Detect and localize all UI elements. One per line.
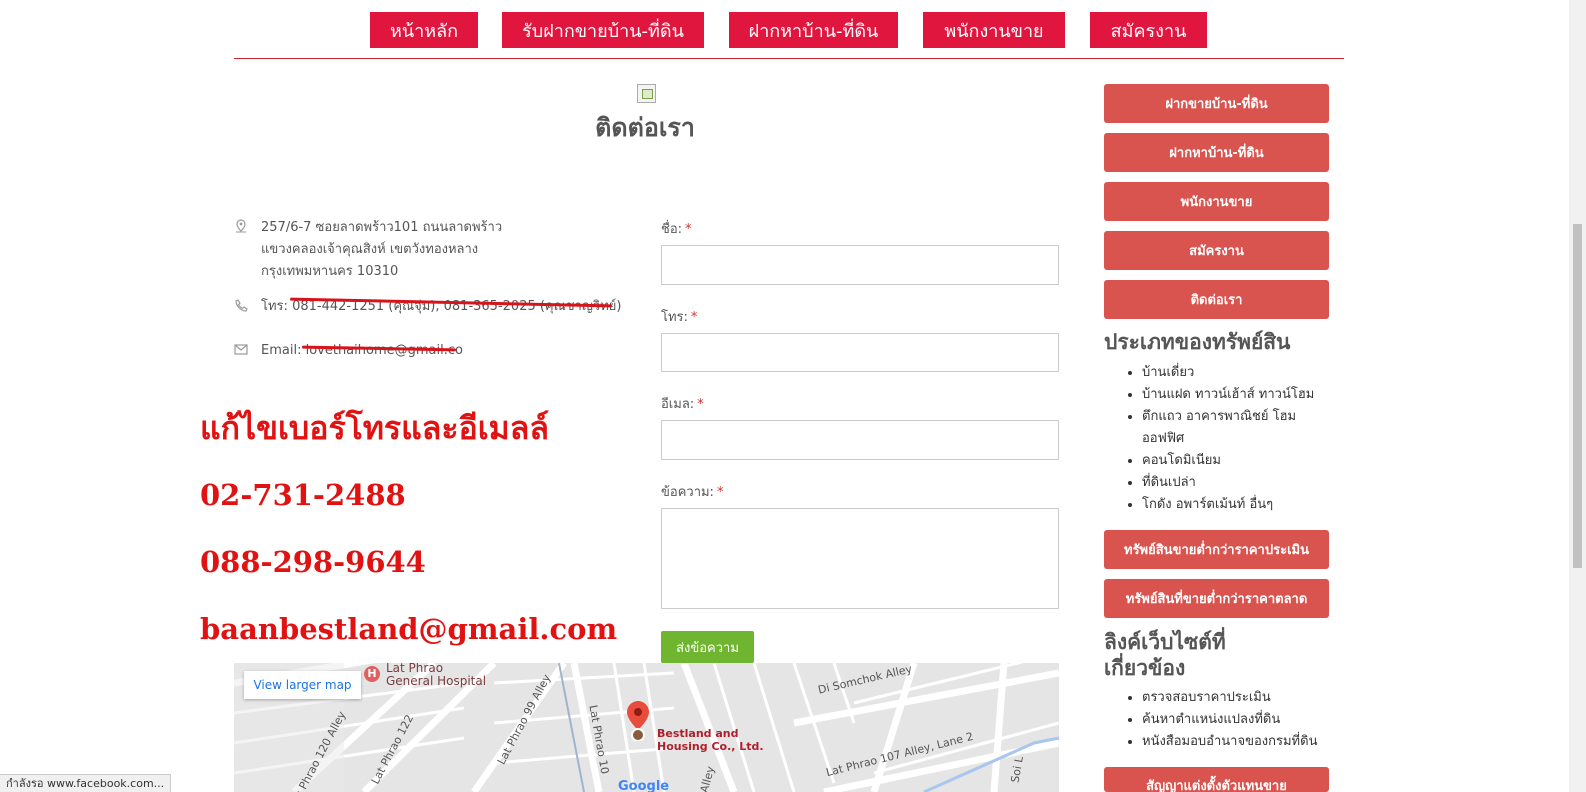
side-contact-button[interactable]: ติดต่อเรา	[1104, 280, 1329, 319]
nav-divider	[234, 58, 1344, 59]
submit-button[interactable]: ส่งข้อความ	[661, 631, 754, 663]
required-mark: *	[716, 485, 724, 500]
nav-consign-sell[interactable]: รับฝากขายบ้าน-ที่ดิน	[502, 12, 704, 48]
email-field[interactable]	[661, 420, 1059, 460]
page-title: ติดต่อเรา	[595, 113, 695, 142]
required-mark: *	[690, 310, 698, 325]
side-find-property-button[interactable]: ฝากหาบ้าน-ที่ดิน	[1104, 133, 1329, 172]
list-item[interactable]: บ้านเดี่ยว	[1142, 362, 1314, 384]
email-field-label: อีเมล: *	[661, 397, 704, 412]
correction-email: baanbestland@gmail.com	[200, 612, 618, 646]
side-consign-sell-button[interactable]: ฝากขายบ้าน-ที่ดิน	[1104, 84, 1329, 123]
google-map[interactable]: View larger map H Lat Phrao General Hosp…	[234, 663, 1059, 792]
name-label: ชื่อ: *	[661, 222, 692, 237]
mail-icon	[233, 341, 249, 357]
list-item[interactable]: ที่ดินเปล่า	[1142, 472, 1314, 494]
below-market-button[interactable]: ทรัพย์สินที่ขายต่ำกว่าราคาตลาด	[1104, 579, 1329, 618]
related-links-heading-2: เกี่ยวข้อง	[1104, 656, 1186, 680]
page: หน้าหลัก รับฝากขายบ้าน-ที่ดิน ฝากหาบ้าน-…	[0, 0, 1586, 792]
side-apply-job-button[interactable]: สมัครงาน	[1104, 231, 1329, 270]
view-larger-map-link[interactable]: View larger map	[244, 671, 361, 699]
list-item[interactable]: ค้นหาตำแหน่งแปลงที่ดิน	[1142, 709, 1317, 731]
phone-icon	[233, 298, 249, 314]
list-item[interactable]: โกดัง อพาร์ตเม้นท์ อื่นๆ	[1142, 494, 1314, 516]
email-label: Email:	[261, 343, 302, 358]
side-sales-staff-button[interactable]: พนักงานขาย	[1104, 182, 1329, 221]
map-label-company: Bestland and Housing Co., Ltd.	[657, 727, 764, 753]
list-item[interactable]: ออฟฟิศ	[1142, 428, 1314, 450]
map-pin-icon[interactable]	[627, 701, 649, 741]
phone-field-label: โทร: *	[661, 310, 698, 325]
email-info: Email: lovethaihome@gmail.co	[261, 340, 463, 362]
google-logo: Google	[618, 779, 670, 792]
list-item[interactable]: ตรวจสอบราคาประเมิน	[1142, 687, 1317, 709]
browser-status-bar: กำลังรอ www.facebook.com...	[0, 774, 172, 792]
below-appraisal-button[interactable]: ทรัพย์สินขายต่ำกว่าราคาประเมิน	[1104, 530, 1329, 569]
scrollbar-thumb[interactable]	[1573, 224, 1582, 568]
related-links-list: ตรวจสอบราคาประเมิน ค้นหาตำแหน่งแปลงที่ดิ…	[1126, 687, 1317, 753]
correction-heading: แก้ไขเบอร์โทรและอีเมลล์	[200, 409, 549, 447]
top-nav: หน้าหลัก รับฝากขายบ้าน-ที่ดิน ฝากหาบ้าน-…	[0, 12, 1586, 48]
name-field[interactable]	[661, 245, 1059, 285]
property-types-list: บ้านเดี่ยว บ้านแฝด ทาวน์เฮ้าส์ ทาวน์โฮม …	[1126, 362, 1314, 516]
correction-phone-2: 088-298-9644	[200, 545, 426, 579]
required-mark: *	[685, 222, 692, 237]
property-types-heading: ประเภทของทรัพย์สิน	[1104, 330, 1291, 354]
message-textarea[interactable]	[661, 508, 1059, 609]
message-label: ข้อความ: *	[661, 485, 724, 500]
list-item[interactable]: หนังสือมอบอำนาจของกรมที่ดิน	[1142, 731, 1317, 753]
agent-contract-button[interactable]: สัญญาแต่งตั้งตัวแทนขาย	[1104, 767, 1329, 792]
list-item[interactable]: บ้านแฝด ทาวน์เฮ้าส์ ทาวน์โฮม	[1142, 384, 1314, 406]
correction-phone-1: 02-731-2488	[200, 478, 406, 512]
phone-label: โทร:	[261, 299, 288, 314]
address-line-1: 257/6-7 ซอยลาดพร้าว101 ถนนลาดพร้าว	[261, 220, 503, 235]
nav-apply-job[interactable]: สมัครงาน	[1090, 12, 1207, 48]
nav-sales-staff[interactable]: พนักงานขาย	[923, 12, 1065, 48]
nav-find-property[interactable]: ฝากหาบ้าน-ที่ดิน	[729, 12, 898, 48]
required-mark: *	[697, 397, 704, 412]
location-pin-icon	[233, 218, 249, 234]
address-line-2: แขวงคลองเจ้าคุณสิงห์ เขตวังทองหลาง	[261, 242, 479, 257]
phone-field[interactable]	[661, 333, 1059, 372]
address-line-3: กรุงเทพมหานคร 10310	[261, 264, 399, 279]
list-item[interactable]: ตึกแถว อาคารพาณิชย์ โฮม	[1142, 406, 1314, 428]
map-label-hospital: Lat Phrao General Hospital	[386, 663, 487, 688]
related-links-heading-1: ลิงค์เว็บไซต์ที่	[1104, 630, 1226, 654]
list-item[interactable]: คอนโดมิเนียม	[1142, 450, 1314, 472]
hospital-icon: H	[364, 666, 380, 682]
nav-home[interactable]: หน้าหลัก	[370, 12, 478, 48]
broken-image-icon	[637, 84, 656, 103]
